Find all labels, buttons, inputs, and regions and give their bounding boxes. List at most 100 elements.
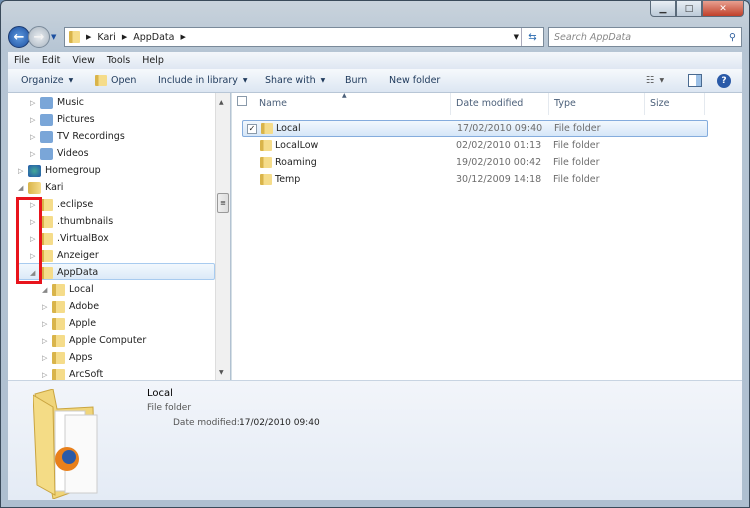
tree-item[interactable]: ▷ Apple — [42, 315, 96, 332]
expand-arrow-icon[interactable]: ▷ — [42, 320, 52, 328]
refresh-button[interactable]: ⇆ — [521, 28, 543, 46]
tree-item[interactable]: ▷ Adobe — [42, 298, 99, 315]
recent-pages-dropdown[interactable]: ▼ — [51, 33, 56, 41]
expand-arrow-icon[interactable]: ▷ — [42, 303, 52, 311]
folder-icon — [69, 31, 80, 43]
expand-arrow-icon[interactable]: ▷ — [30, 116, 40, 124]
view-options-button[interactable]: ☷ ▼ — [646, 75, 664, 86]
file-name: Temp — [275, 174, 301, 185]
file-row[interactable]: LocalLow 02/02/2010 01:13 File folder — [242, 137, 708, 154]
folder-icon — [260, 157, 272, 168]
preview-pane-icon[interactable] — [688, 74, 702, 87]
file-type: File folder — [553, 157, 600, 168]
column-name[interactable]: Name ▲ — [254, 92, 451, 115]
column-date-modified[interactable]: Date modified — [451, 93, 549, 115]
tree-item-label: Local — [69, 284, 94, 295]
tree-item-label: Videos — [57, 148, 89, 159]
tree-item[interactable]: ▷ Apple Computer — [42, 332, 146, 349]
folder-icon — [52, 368, 65, 380]
tree-item-label: Music — [57, 97, 85, 108]
tree-item[interactable]: ◢ Local — [42, 281, 94, 298]
expanded-arrow-icon[interactable]: ◢ — [42, 286, 52, 294]
details-name: Local — [147, 388, 173, 399]
include-in-library-button[interactable]: Include in library ▼ — [158, 75, 247, 86]
menu-view[interactable]: View — [72, 55, 95, 66]
menu-help[interactable]: Help — [142, 55, 164, 66]
file-type: File folder — [553, 140, 600, 151]
back-button[interactable]: ← — [8, 26, 30, 48]
address-bar[interactable]: ▶ Kari ▶ AppData ▶ ▼ ⇆ — [64, 27, 544, 47]
minimize-button[interactable]: ▁ — [650, 0, 676, 17]
menu-tools[interactable]: Tools — [107, 55, 130, 66]
search-icon[interactable]: ⚲ — [729, 32, 736, 43]
file-row[interactable]: ✓ Local 17/02/2010 09:40 File folder — [242, 120, 708, 137]
file-row[interactable]: Temp 30/12/2009 14:18 File folder — [242, 171, 708, 188]
details-date-value: 17/02/2010 09:40 — [239, 418, 320, 428]
column-label: Size — [650, 98, 670, 109]
share-with-button[interactable]: Share with ▼ — [265, 75, 325, 86]
menu-edit[interactable]: Edit — [42, 55, 60, 66]
homegroup-icon — [28, 164, 41, 177]
open-button[interactable]: Open — [95, 75, 136, 86]
navigation-buttons: ← → ▼ — [8, 26, 56, 48]
select-all-checkbox[interactable] — [232, 93, 252, 115]
expanded-arrow-icon[interactable]: ◢ — [18, 184, 28, 192]
address-dropdown-icon[interactable]: ▼ — [514, 33, 519, 41]
expand-arrow-icon[interactable]: ▷ — [18, 167, 28, 175]
user-folder-icon — [28, 181, 41, 194]
menu-file[interactable]: File — [14, 55, 30, 66]
expand-arrow-icon[interactable]: ▷ — [30, 99, 40, 107]
breadcrumb-separator-icon[interactable]: ▶ — [122, 33, 127, 41]
tree-item-label: Anzeiger — [57, 250, 99, 261]
tree-item[interactable]: ▷ Homegroup — [18, 162, 101, 179]
tree-item[interactable]: ▷ Music — [30, 94, 84, 111]
chevron-down-icon: ▼ — [659, 77, 665, 84]
maximize-button[interactable]: □ — [676, 0, 702, 17]
column-size[interactable]: Size — [645, 93, 705, 115]
new-folder-label: New folder — [389, 75, 441, 86]
expand-arrow-icon[interactable]: ▷ — [42, 371, 52, 379]
breadcrumb-separator-icon[interactable]: ▶ — [86, 33, 91, 41]
tree-item[interactable]: ▷ ArcSoft — [42, 366, 103, 380]
tree-item[interactable]: ▷ Pictures — [30, 111, 95, 128]
details-pane: Local File folder Date modified: 17/02/2… — [8, 380, 742, 500]
include-label: Include in library — [158, 75, 238, 86]
new-folder-button[interactable]: New folder — [389, 75, 440, 86]
tree-item[interactable]: ▷ Videos — [30, 145, 89, 162]
navigation-scrollbar[interactable]: ▲ ≡ ▼ — [215, 93, 230, 380]
scrollbar-thumb[interactable]: ≡ — [217, 193, 229, 213]
burn-button[interactable]: Burn — [345, 75, 367, 86]
tree-item-label: Pictures — [57, 114, 95, 125]
expand-arrow-icon[interactable]: ▷ — [42, 337, 52, 345]
close-button[interactable]: ✕ — [702, 0, 744, 17]
search-input[interactable]: Search AppData ⚲ — [548, 27, 742, 47]
window-controls: ▁ □ ✕ — [650, 0, 744, 17]
folder-icon — [52, 300, 65, 313]
column-type[interactable]: Type — [549, 93, 645, 115]
file-row[interactable]: Roaming 19/02/2010 00:42 File folder — [242, 154, 708, 171]
details-date-label: Date modified: — [173, 418, 240, 428]
breadcrumb-separator-icon[interactable]: ▶ — [180, 33, 185, 41]
tree-item[interactable]: ◢ Kari — [18, 179, 63, 196]
expand-arrow-icon[interactable]: ▷ — [30, 133, 40, 141]
expand-arrow-icon[interactable]: ▷ — [42, 354, 52, 362]
breadcrumb-appdata[interactable]: AppData — [133, 32, 174, 43]
row-checkbox[interactable]: ✓ — [247, 123, 257, 134]
scroll-down-icon[interactable]: ▼ — [219, 369, 224, 376]
open-folder-icon — [95, 75, 107, 86]
forward-button[interactable]: → — [28, 26, 50, 48]
file-type: File folder — [554, 123, 601, 134]
scroll-up-icon[interactable]: ▲ — [219, 99, 224, 106]
file-list: Name ▲ Date modified Type Size ✓ Local 17… — [231, 92, 742, 380]
tree-item[interactable]: ▷ Apps — [42, 349, 93, 366]
folder-icon — [52, 283, 65, 296]
organize-button[interactable]: Organize ▼ — [21, 75, 73, 86]
tree-item[interactable]: ▷ TV Recordings — [30, 128, 125, 145]
tree-item[interactable]: ▷ .thumbnails — [30, 213, 113, 230]
command-bar: Organize ▼ Open Include in library ▼ Share… — [8, 69, 742, 93]
expand-arrow-icon[interactable]: ▷ — [30, 150, 40, 158]
breadcrumb-kari[interactable]: Kari — [97, 32, 115, 43]
help-icon[interactable]: ? — [717, 73, 731, 88]
video-icon — [40, 147, 53, 160]
tree-item-label: TV Recordings — [57, 131, 125, 142]
